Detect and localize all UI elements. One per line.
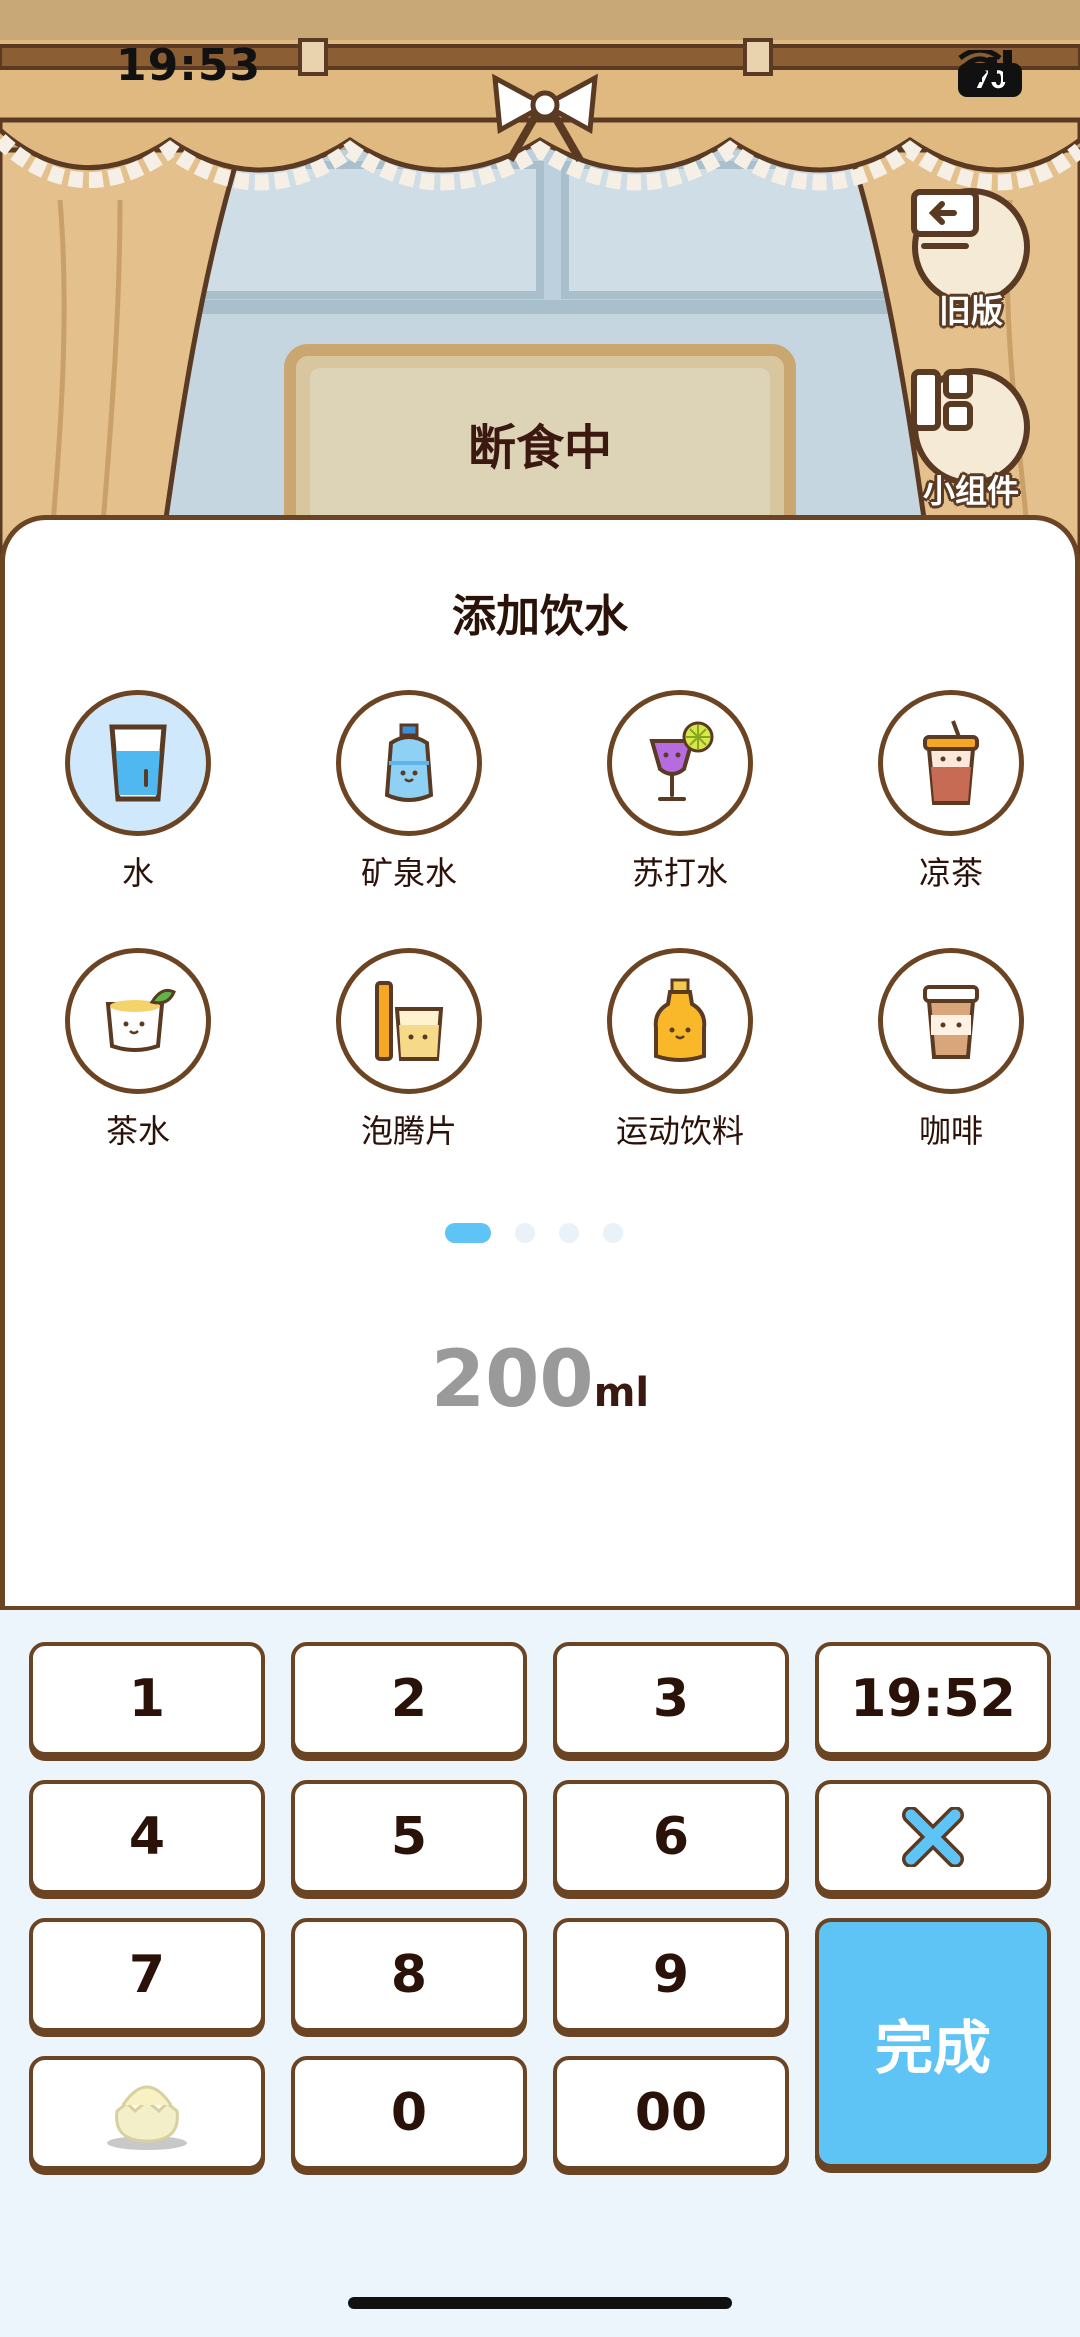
- effervescent-tablet-icon: [336, 948, 482, 1094]
- status-indicators: 70: [958, 50, 1022, 110]
- sheet-title: 添加饮水: [452, 591, 628, 642]
- home-indicator: [348, 2297, 732, 2309]
- amount-display: 200ml: [5, 1335, 1075, 1425]
- drink-label: 运动饮料: [615, 1112, 744, 1150]
- drink-label: 水: [121, 854, 154, 892]
- coffee-cup-icon: [878, 948, 1024, 1094]
- soda-glass-icon: [607, 690, 753, 836]
- mineral-water-bottle-icon: [336, 690, 482, 836]
- wifi-icon: [958, 50, 1002, 80]
- page-indicator: [445, 1223, 623, 1243]
- drink-option-herbal-tea[interactable]: 凉茶: [851, 690, 1051, 894]
- widget-label: 小组件: [922, 472, 1019, 510]
- drink-option-sports-drink[interactable]: 运动饮料: [580, 948, 780, 1152]
- egg-mascot-icon: [107, 2085, 187, 2150]
- page-dot[interactable]: [515, 1223, 535, 1243]
- page-dot[interactable]: [603, 1223, 623, 1243]
- fasting-status-sign: 断食中: [467, 420, 612, 476]
- drink-option-coffee[interactable]: 咖啡: [851, 948, 1051, 1152]
- key-5[interactable]: 5: [291, 1780, 527, 1894]
- drink-option-mineral-water[interactable]: 矿泉水: [309, 690, 509, 894]
- key-6[interactable]: 6: [553, 1780, 789, 1894]
- page-dot-active[interactable]: [445, 1223, 491, 1243]
- status-time: 19:53: [116, 40, 262, 91]
- done-button[interactable]: 完成: [815, 1918, 1051, 2168]
- drink-option-tea[interactable]: 茶水: [38, 948, 238, 1152]
- amount-value: 200: [430, 1335, 594, 1425]
- sports-drink-bottle-icon: [607, 948, 753, 1094]
- drink-option-soda-water[interactable]: 苏打水: [580, 690, 780, 894]
- close-x-icon: [902, 1807, 964, 1867]
- drink-label: 苏打水: [631, 854, 728, 892]
- time-key[interactable]: 19:52: [815, 1642, 1051, 1756]
- water-glass-icon: [65, 690, 211, 836]
- key-4[interactable]: 4: [29, 1780, 265, 1894]
- key-1[interactable]: 1: [29, 1642, 265, 1756]
- key-00[interactable]: 00: [553, 2056, 789, 2170]
- amount-unit: ml: [593, 1370, 650, 1416]
- tea-cup-icon: [65, 948, 211, 1094]
- key-0[interactable]: 0: [291, 2056, 527, 2170]
- background-scene: 19:53 70 断食中 旧版: [0, 0, 1080, 560]
- key-7[interactable]: 7: [29, 1918, 265, 2032]
- drink-label: 凉茶: [918, 854, 983, 892]
- old-version-button[interactable]: 旧版: [910, 188, 1032, 332]
- add-water-sheet: 添加饮水 水 矿泉水 苏打水 凉茶 茶水 泡腾片 运动饮料 咖啡 200ml: [0, 515, 1080, 1610]
- drink-label: 茶水: [105, 1112, 170, 1150]
- drink-option-water[interactable]: 水: [38, 690, 238, 894]
- mascot-key[interactable]: [29, 2056, 265, 2170]
- key-2[interactable]: 2: [291, 1642, 527, 1756]
- key-8[interactable]: 8: [291, 1918, 527, 2032]
- key-3[interactable]: 3: [553, 1642, 789, 1756]
- drink-label: 咖啡: [918, 1112, 983, 1150]
- herbal-tea-cup-icon: [878, 690, 1024, 836]
- key-9[interactable]: 9: [553, 1918, 789, 2032]
- delete-button[interactable]: [815, 1780, 1051, 1894]
- widget-button[interactable]: 小组件: [910, 368, 1032, 512]
- drink-label: 泡腾片: [360, 1112, 457, 1150]
- page-dot[interactable]: [559, 1223, 579, 1243]
- old-version-label: 旧版: [938, 292, 1003, 330]
- drink-label: 矿泉水: [360, 854, 457, 892]
- drink-option-effervescent-tablet[interactable]: 泡腾片: [309, 948, 509, 1152]
